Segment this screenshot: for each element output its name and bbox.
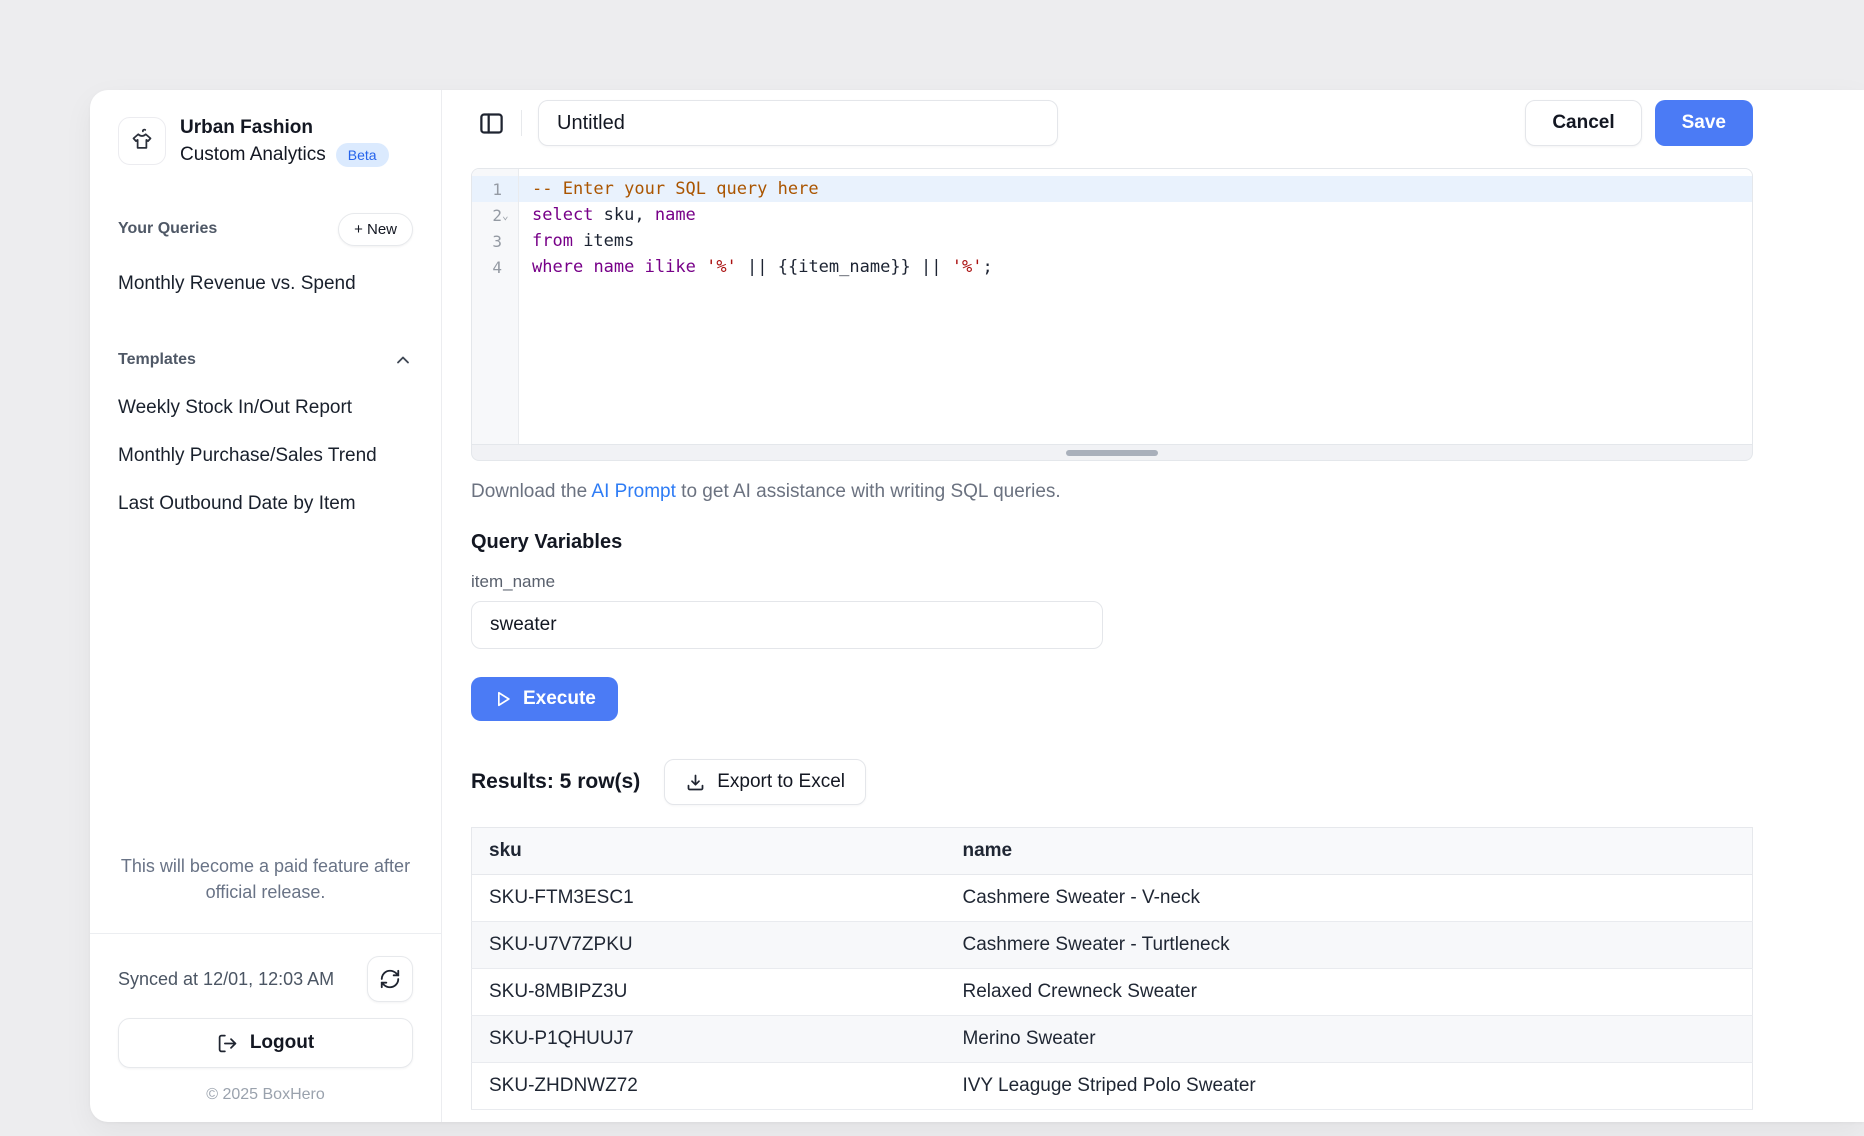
main-panel: Cancel Save 1234 -- Enter your SQL query… — [442, 90, 1864, 1122]
ai-note-prefix: Download the — [471, 481, 591, 502]
code-line: where name ilike '%' || {{item_name}} ||… — [519, 254, 1752, 280]
table-row: SKU-U7V7ZPKUCashmere Sweater - Turtlenec… — [472, 922, 1753, 969]
sidebar-template-item[interactable]: Weekly Stock In/Out Report — [118, 384, 413, 432]
table-cell: SKU-8MBIPZ3U — [472, 969, 946, 1016]
code-line: select sku, name — [519, 202, 1752, 228]
logout-button[interactable]: Logout — [118, 1018, 413, 1068]
table-row: SKU-8MBIPZ3URelaxed Crewneck Sweater — [472, 969, 1753, 1016]
fold-chevron-icon — [502, 210, 514, 221]
tshirt-icon — [127, 126, 157, 156]
cancel-button[interactable]: Cancel — [1525, 100, 1641, 146]
table-row: SKU-FTM3ESC1Cashmere Sweater - V-neck — [472, 875, 1753, 922]
topbar: Cancel Save — [471, 100, 1753, 146]
sidebar-divider — [90, 933, 441, 934]
line-number: 4 — [472, 254, 518, 280]
toggle-sidebar-button[interactable] — [471, 103, 511, 143]
query-variables-heading: Query Variables — [471, 531, 1753, 554]
logout-label: Logout — [250, 1032, 314, 1054]
play-icon — [493, 689, 513, 709]
column-header: name — [945, 828, 1752, 875]
table-cell: IVY Leaguge Striped Polo Sweater — [945, 1063, 1752, 1110]
line-number: 1 — [472, 176, 518, 202]
line-number: 2 — [472, 202, 518, 228]
sql-editor[interactable]: 1234 -- Enter your SQL query hereselect … — [471, 168, 1753, 445]
table-cell: Cashmere Sweater - V-neck — [945, 875, 1752, 922]
ai-note-suffix: to get AI assistance with writing SQL qu… — [676, 481, 1061, 502]
save-button[interactable]: Save — [1655, 100, 1753, 146]
queries-list: Monthly Revenue vs. Spend — [118, 260, 413, 308]
app-name: Custom Analytics — [180, 144, 326, 166]
table-cell: SKU-U7V7ZPKU — [472, 922, 946, 969]
table-cell: SKU-ZHDNWZ72 — [472, 1063, 946, 1110]
table-header-row: skuname — [472, 828, 1753, 875]
column-header: sku — [472, 828, 946, 875]
refresh-icon — [379, 968, 401, 990]
templates-collapse-button[interactable] — [393, 350, 413, 370]
logout-icon — [217, 1033, 238, 1054]
ai-prompt-note: Download the AI Prompt to get AI assista… — [471, 481, 1753, 503]
table-row: SKU-P1QHUUJ7Merino Sweater — [472, 1016, 1753, 1063]
results-table: skuname SKU-FTM3ESC1Cashmere Sweater - V… — [471, 827, 1753, 1110]
item-name-input[interactable] — [471, 601, 1103, 649]
copyright: © 2025 BoxHero — [118, 1086, 413, 1104]
org-name: Urban Fashion — [180, 116, 389, 141]
code-line: from items — [519, 228, 1752, 254]
topbar-divider — [521, 110, 522, 136]
table-cell: Merino Sweater — [945, 1016, 1752, 1063]
your-queries-label: Your Queries — [118, 220, 217, 238]
sidebar-header: Urban Fashion Custom Analytics Beta — [118, 116, 413, 167]
resize-grip-icon — [1066, 450, 1158, 456]
sidebar-template-item[interactable]: Last Outbound Date by Item — [118, 480, 413, 528]
table-row: SKU-ZHDNWZ72IVY Leaguge Striped Polo Swe… — [472, 1063, 1753, 1110]
line-number: 3 — [472, 228, 518, 254]
beta-badge: Beta — [336, 143, 389, 167]
sidebar: Urban Fashion Custom Analytics Beta Your… — [90, 90, 442, 1122]
query-title-input[interactable] — [538, 100, 1058, 146]
editor-gutter: 1234 — [472, 169, 519, 444]
editor-code: -- Enter your SQL query hereselect sku, … — [519, 169, 1752, 444]
execute-label: Execute — [523, 688, 596, 710]
sync-refresh-button[interactable] — [367, 956, 413, 1002]
export-to-excel-button[interactable]: Export to Excel — [664, 759, 866, 805]
code-line: -- Enter your SQL query here — [519, 176, 1752, 202]
new-query-button[interactable]: + New — [338, 213, 413, 246]
ai-prompt-link[interactable]: AI Prompt — [591, 481, 675, 502]
app-card: Urban Fashion Custom Analytics Beta Your… — [90, 90, 1864, 1122]
templates-list: Weekly Stock In/Out ReportMonthly Purcha… — [118, 384, 413, 528]
panel-left-icon — [478, 110, 505, 137]
table-cell: Cashmere Sweater - Turtleneck — [945, 922, 1752, 969]
templates-label: Templates — [118, 351, 196, 369]
editor-resize-handle[interactable] — [471, 445, 1753, 461]
item-name-label: item_name — [471, 572, 1753, 592]
table-body: SKU-FTM3ESC1Cashmere Sweater - V-neckSKU… — [472, 875, 1753, 1110]
execute-button[interactable]: Execute — [471, 677, 618, 721]
chevron-up-icon — [393, 350, 413, 370]
download-icon — [685, 772, 706, 793]
results-summary: Results: 5 row(s) — [471, 770, 640, 794]
sidebar-query-item[interactable]: Monthly Revenue vs. Spend — [118, 260, 413, 308]
table-cell: SKU-P1QHUUJ7 — [472, 1016, 946, 1063]
table-cell: Relaxed Crewneck Sweater — [945, 969, 1752, 1016]
export-label: Export to Excel — [717, 771, 845, 793]
table-cell: SKU-FTM3ESC1 — [472, 875, 946, 922]
paid-feature-note: This will become a paid feature after of… — [118, 853, 413, 905]
store-logo — [118, 117, 166, 165]
sync-status-text: Synced at 12/01, 12:03 AM — [118, 969, 334, 990]
sidebar-template-item[interactable]: Monthly Purchase/Sales Trend — [118, 432, 413, 480]
